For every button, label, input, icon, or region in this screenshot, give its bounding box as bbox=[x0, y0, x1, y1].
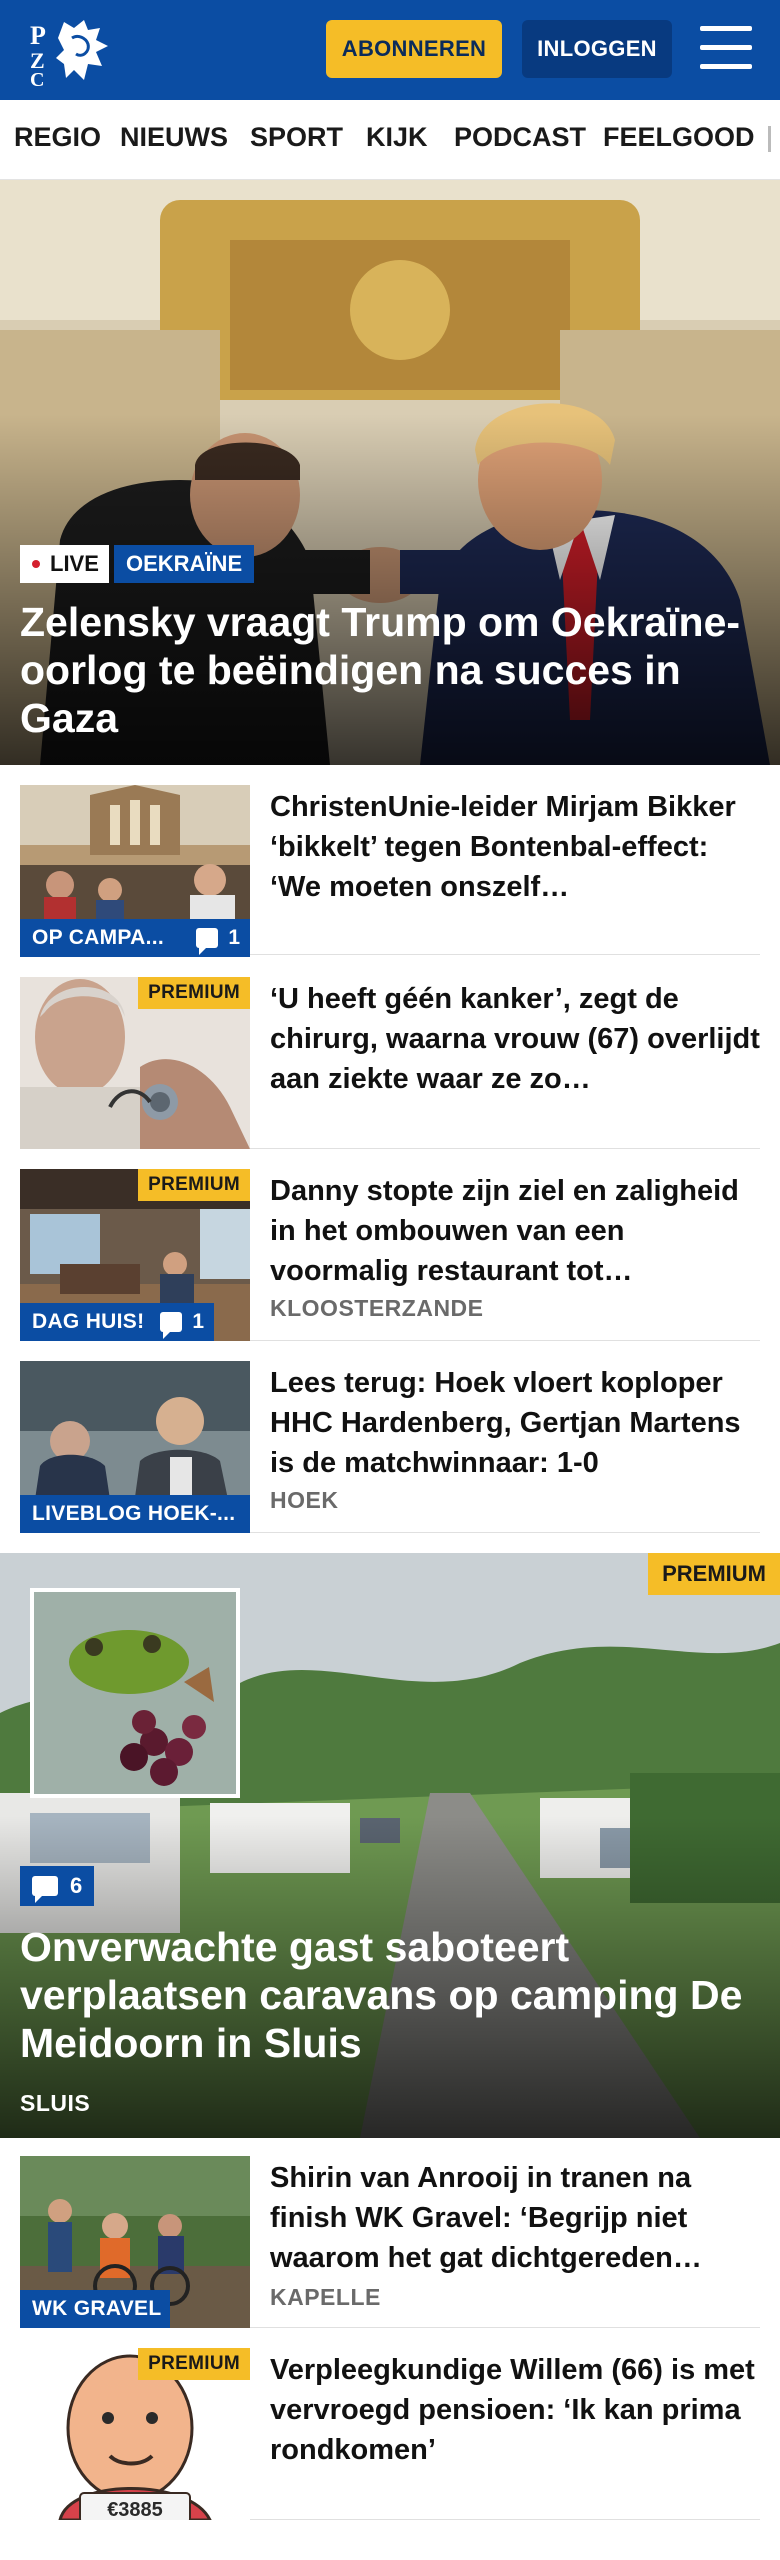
article-location: KAPELLE bbox=[270, 2284, 381, 2310]
article-thumbnail: LIVEBLOG HOEK-... bbox=[20, 1361, 250, 1533]
svg-text:C: C bbox=[30, 69, 44, 86]
comment-count-value: 1 bbox=[228, 926, 240, 949]
nav-item-feelgood[interactable]: FEELGOOD bbox=[603, 122, 755, 153]
comment-icon bbox=[160, 1312, 183, 1339]
section-nav: REGIO NIEUWS SPORT KIJK PODCAST FEELGOOD bbox=[0, 100, 780, 180]
list-item[interactable]: PREMIUM DAG HUIS! 1 Danny stopte zijn zi… bbox=[20, 1169, 760, 1341]
nav-item-sport[interactable]: SPORT bbox=[250, 122, 343, 153]
hamburger-icon[interactable] bbox=[700, 26, 752, 70]
list-item[interactable]: LIVEBLOG HOEK-... Lees terug: Hoek vloer… bbox=[20, 1361, 760, 1533]
feature-article[interactable]: PREMIUM 6 Onverwachte gast saboteert ver… bbox=[0, 1553, 780, 2138]
article-headline[interactable]: Shirin van Anrooij in tranen na finish W… bbox=[270, 2158, 760, 2278]
article-headline[interactable]: Danny stopte zijn ziel en zaligheid in h… bbox=[270, 1171, 760, 1291]
list-item[interactable]: WK GRAVEL Shirin van Anrooij in tranen n… bbox=[20, 2156, 760, 2328]
subscribe-button[interactable]: ABONNEREN bbox=[326, 20, 502, 78]
nav-item-kijk[interactable]: KIJK bbox=[366, 122, 428, 153]
article-headline[interactable]: Verpleegkundige Willem (66) is met vervr… bbox=[270, 2350, 760, 2470]
feature-headline[interactable]: Onverwachte gast saboteert verplaatsen c… bbox=[20, 1923, 765, 2067]
article-headline[interactable]: ‘U heeft géén kanker’, zegt de chirurg, … bbox=[270, 979, 760, 1099]
premium-badge: PREMIUM bbox=[138, 977, 250, 1009]
login-button[interactable]: INLOGGEN bbox=[522, 20, 672, 78]
article-location: KLOOSTERZANDE bbox=[270, 1295, 484, 1321]
frog-inset-photo bbox=[30, 1588, 240, 1798]
nav-item-podcast[interactable]: PODCAST bbox=[454, 122, 586, 153]
comment-count-value: 1 bbox=[192, 1310, 204, 1333]
comment-count[interactable]: 1 bbox=[150, 1303, 214, 1341]
comment-count[interactable]: 1 bbox=[186, 919, 250, 957]
section-badge[interactable]: OEKRAÏNE bbox=[114, 545, 255, 583]
article-headline[interactable]: Lees terug: Hoek vloert koploper HHC Har… bbox=[270, 1363, 760, 1483]
category-label[interactable]: LIVEBLOG HOEK-... bbox=[20, 1495, 250, 1533]
live-badge: LIVE bbox=[20, 545, 109, 583]
nav-item-nieuws[interactable]: NIEUWS bbox=[120, 122, 228, 153]
comment-icon bbox=[196, 928, 219, 955]
premium-badge: PREMIUM bbox=[138, 1169, 250, 1201]
site-header: P Z C ABONNEREN INLOGGEN bbox=[0, 0, 780, 100]
category-label[interactable]: OP CAMPA... bbox=[20, 919, 186, 957]
article-thumbnail: WK GRAVEL bbox=[20, 2156, 250, 2328]
category-label[interactable]: DAG HUIS! bbox=[20, 1303, 150, 1341]
article-thumbnail: €3885 PREMIUM bbox=[20, 2348, 250, 2520]
live-badge-label: LIVE bbox=[50, 551, 99, 576]
live-dot-icon bbox=[32, 560, 40, 568]
sign-text: €3885 bbox=[107, 2499, 163, 2520]
premium-badge: PREMIUM bbox=[648, 1553, 780, 1595]
comment-count[interactable]: 6 bbox=[20, 1866, 95, 1906]
article-headline[interactable]: ChristenUnie-leider Mirjam Bikker ‘bikke… bbox=[270, 787, 760, 907]
premium-badge: PREMIUM bbox=[138, 2348, 250, 2380]
nav-overflow-divider bbox=[768, 126, 771, 152]
article-thumbnail: OP CAMPA... 1 bbox=[20, 785, 250, 957]
comment-count-value: 6 bbox=[70, 1873, 83, 1898]
svg-text:P: P bbox=[30, 21, 46, 50]
hero-headline[interactable]: Zelensky vraagt Trump om Oekraïne-oorlog… bbox=[20, 598, 760, 742]
nav-item-regio[interactable]: REGIO bbox=[14, 122, 101, 153]
pzc-logo[interactable]: P Z C bbox=[26, 14, 116, 91]
list-item[interactable]: €3885 PREMIUM Verpleegkundige Willem (66… bbox=[20, 2348, 760, 2520]
article-thumbnail: PREMIUM bbox=[20, 977, 250, 1149]
article-thumbnail: PREMIUM DAG HUIS! 1 bbox=[20, 1169, 250, 1341]
hero-article[interactable]: LIVE OEKRAÏNE Zelensky vraagt Trump om O… bbox=[0, 180, 780, 765]
list-item[interactable]: OP CAMPA... 1 ChristenUnie-leider Mirjam… bbox=[20, 785, 760, 957]
article-location: HOEK bbox=[270, 1487, 339, 1513]
list-item[interactable]: PREMIUM ‘U heeft géén kanker’, zegt de c… bbox=[20, 977, 760, 1149]
feature-location: SLUIS bbox=[20, 2090, 91, 2116]
category-label[interactable]: WK GRAVEL bbox=[20, 2290, 170, 2328]
comment-icon bbox=[32, 1876, 58, 1903]
